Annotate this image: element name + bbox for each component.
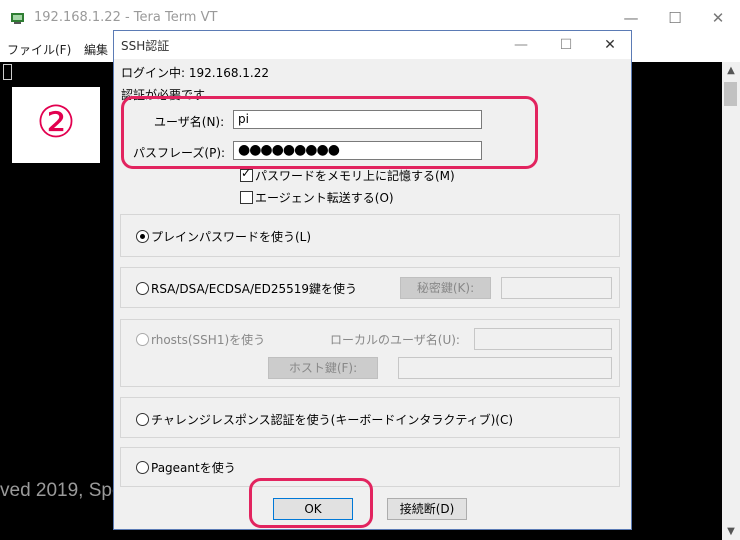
logging-in-text: ログイン中: 192.168.1.22 (121, 66, 270, 80)
step-annotation: ② (12, 87, 100, 163)
plain-password-label: プレインパスワードを使う(L) (151, 230, 312, 244)
challenge-response-group: チャレンジレスポンス認証を使う(キーボードインタラクティブ)(C) (120, 397, 620, 438)
private-key-field[interactable] (501, 277, 612, 299)
credentials-highlight (121, 96, 538, 169)
host-key-field[interactable] (398, 357, 612, 379)
menu-file[interactable]: ファイル(F) (7, 41, 71, 58)
rsa-key-radio[interactable] (136, 282, 149, 295)
radio-selected-dot (140, 234, 145, 239)
remember-password-checkbox[interactable]: ✓ (240, 166, 253, 182)
challenge-response-radio[interactable] (136, 413, 149, 426)
dialog-close-button[interactable]: ✕ (599, 35, 621, 55)
step-number: ② (36, 97, 76, 148)
close-button[interactable]: ✕ (706, 8, 730, 28)
window-title: 192.168.1.22 - Tera Term VT (34, 10, 218, 25)
maximize-button[interactable]: ☐ (663, 8, 687, 28)
plain-password-group: プレインパスワードを使う(L) (120, 214, 620, 257)
host-key-button[interactable]: ホスト鍵(F): (268, 357, 378, 379)
teraterm-app-icon (11, 13, 24, 24)
rsa-key-label: RSA/DSA/ECDSA/ED25519鍵を使う (151, 282, 358, 296)
rhosts-group: rhosts(SSH1)を使う ローカルのユーザ名(U): ホスト鍵(F): (120, 319, 620, 387)
plain-password-radio[interactable] (136, 230, 149, 243)
local-username-field[interactable] (474, 328, 612, 350)
terminal-scrollbar[interactable]: ▲ ▼ (722, 62, 740, 540)
scrollbar-thumb[interactable] (724, 82, 737, 106)
local-username-label: ローカルのユーザ名(U): (330, 333, 460, 347)
agent-forward-checkbox[interactable] (240, 191, 253, 204)
disconnect-button[interactable]: 接続断(D) (387, 498, 467, 520)
dialog-titlebar[interactable]: SSH認証 — ☐ ✕ (114, 31, 631, 59)
agent-forward-label: エージェント転送する(O) (255, 191, 394, 205)
dialog-title: SSH認証 (121, 39, 170, 53)
scroll-up-icon[interactable]: ▲ (722, 62, 740, 80)
rsa-key-group: RSA/DSA/ECDSA/ED25519鍵を使う 秘密鍵(K): (120, 267, 620, 308)
pageant-group: Pageantを使う (120, 447, 620, 487)
rhosts-radio[interactable] (136, 333, 149, 346)
ok-highlight (249, 478, 373, 528)
minimize-button[interactable]: — (619, 8, 643, 28)
scroll-down-icon[interactable]: ▼ (722, 526, 740, 540)
rhosts-label: rhosts(SSH1)を使う (151, 333, 266, 347)
pageant-label: Pageantを使う (151, 461, 236, 475)
private-key-button[interactable]: 秘密鍵(K): (400, 277, 491, 299)
menu-edit[interactable]: 編集 (84, 41, 108, 58)
pageant-radio[interactable] (136, 461, 149, 474)
dialog-maximize-button[interactable]: ☐ (555, 35, 577, 55)
remember-password-label: パスワードをメモリ上に記憶する(M) (255, 169, 455, 183)
dialog-minimize-button[interactable]: — (510, 35, 532, 55)
terminal-cursor (3, 64, 12, 80)
challenge-response-label: チャレンジレスポンス認証を使う(キーボードインタラクティブ)(C) (151, 413, 514, 427)
